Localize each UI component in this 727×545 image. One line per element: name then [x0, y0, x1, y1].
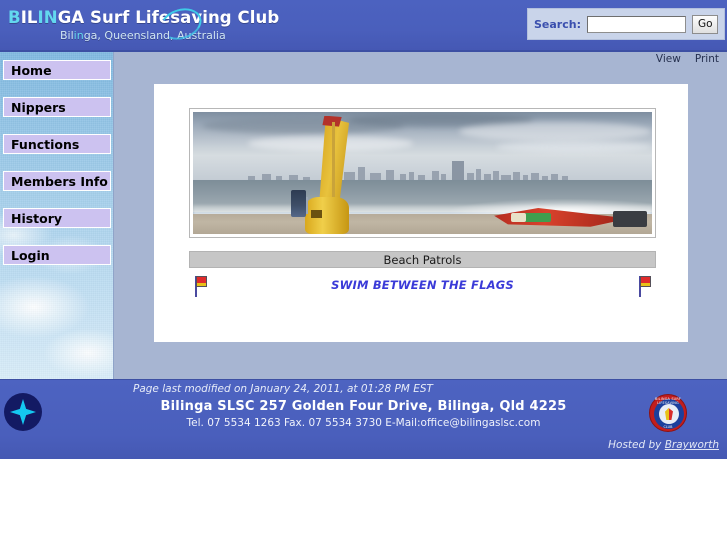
sidebar-item-history[interactable]: History: [3, 208, 111, 228]
club-address: Bilinga SLSC 257 Golden Four Drive, Bili…: [160, 399, 567, 414]
search-go-button[interactable]: Go: [692, 14, 718, 34]
hosted-by: Hosted by Brayworth: [608, 439, 719, 451]
club-contact: Tel. 07 5534 1263 Fax. 07 5534 3730 E-Ma…: [186, 417, 541, 429]
search-input[interactable]: [586, 15, 686, 33]
crest-top-text: BILINGA SURF LIFESAVING: [654, 397, 682, 405]
logo-subtitle-post: ga, Queensland, Australia: [83, 29, 226, 42]
flag-yellow-half: [640, 283, 651, 287]
last-modified-text: Page last modified on January 24, 2011, …: [133, 383, 433, 395]
sidebar-item-login[interactable]: Login: [3, 245, 111, 265]
hosted-by-label: Hosted by: [608, 439, 665, 451]
club-crest-icon: BILINGA SURF LIFESAVING CLUB: [649, 394, 687, 432]
sidebar: Home Nippers Functions Members Info Hist…: [0, 52, 114, 379]
photo-buoy-marking: [310, 209, 323, 219]
site-header: BILINGA Surf Lifesaving Club Bilinga, Qu…: [0, 0, 727, 52]
photo-skyline: [193, 160, 652, 180]
search-label: Search:: [534, 17, 581, 31]
photo-caption-bar: Beach Patrols: [189, 251, 656, 268]
flag-red-half: [640, 276, 651, 283]
logo-subtitle-mid: in: [73, 29, 84, 42]
below-fold-whitespace: [0, 459, 727, 545]
page-root: BILINGA Surf Lifesaving Club Bilinga, Qu…: [0, 0, 727, 545]
swim-between-flags-slogan: SWIM BETWEEN THE FLAGS: [331, 278, 514, 292]
site-logo[interactable]: BILINGA Surf Lifesaving Club Bilinga, Qu…: [8, 3, 279, 48]
logo-subtitle-pre: Bil: [60, 29, 74, 42]
photo-outboard-motor: [613, 210, 648, 227]
photo-board-decal: [511, 213, 526, 223]
sidebar-item-members-info[interactable]: Members Info: [3, 171, 111, 191]
photo-wetsuit: [290, 190, 307, 217]
crest-bottom-text: CLUB: [663, 425, 673, 429]
main-backdrop: Beach Patrols SWIM BETWEEN THE FLAGS: [114, 67, 727, 379]
beach-photo: [193, 112, 652, 234]
logo-letter-b: B: [8, 8, 21, 27]
print-link[interactable]: Print: [695, 53, 719, 65]
sidebar-menu: Home Nippers Functions Members Info Hist…: [0, 52, 113, 265]
sidebar-item-home[interactable]: Home: [3, 60, 111, 80]
search-box: Search: Go: [527, 8, 725, 40]
logo-title: BILINGA Surf Lifesaving Club: [8, 3, 279, 45]
sidebar-item-functions[interactable]: Functions: [3, 134, 111, 154]
site-footer: Page last modified on January 24, 2011, …: [0, 379, 727, 459]
photo-board-decal: [523, 213, 552, 222]
sidebar-item-nippers[interactable]: Nippers: [3, 97, 111, 117]
content-card: Beach Patrols SWIM BETWEEN THE FLAGS: [154, 84, 688, 342]
logo-letters-in: IN: [37, 8, 58, 27]
patrol-flag-icon: [637, 276, 652, 297]
view-link[interactable]: View: [656, 53, 681, 65]
logo-letters-rest: GA Surf Lifesaving Club: [57, 8, 280, 27]
beach-photo-frame: [189, 108, 656, 238]
logo-subtitle: Bilinga, Queensland, Australia: [8, 29, 226, 42]
photo-cloud: [459, 121, 652, 142]
slogan-row: SWIM BETWEEN THE FLAGS: [189, 274, 656, 298]
page-action-bar: View Print: [114, 52, 727, 67]
logo-letters-il: IL: [20, 8, 38, 27]
brayworth-link[interactable]: Brayworth: [665, 439, 719, 451]
